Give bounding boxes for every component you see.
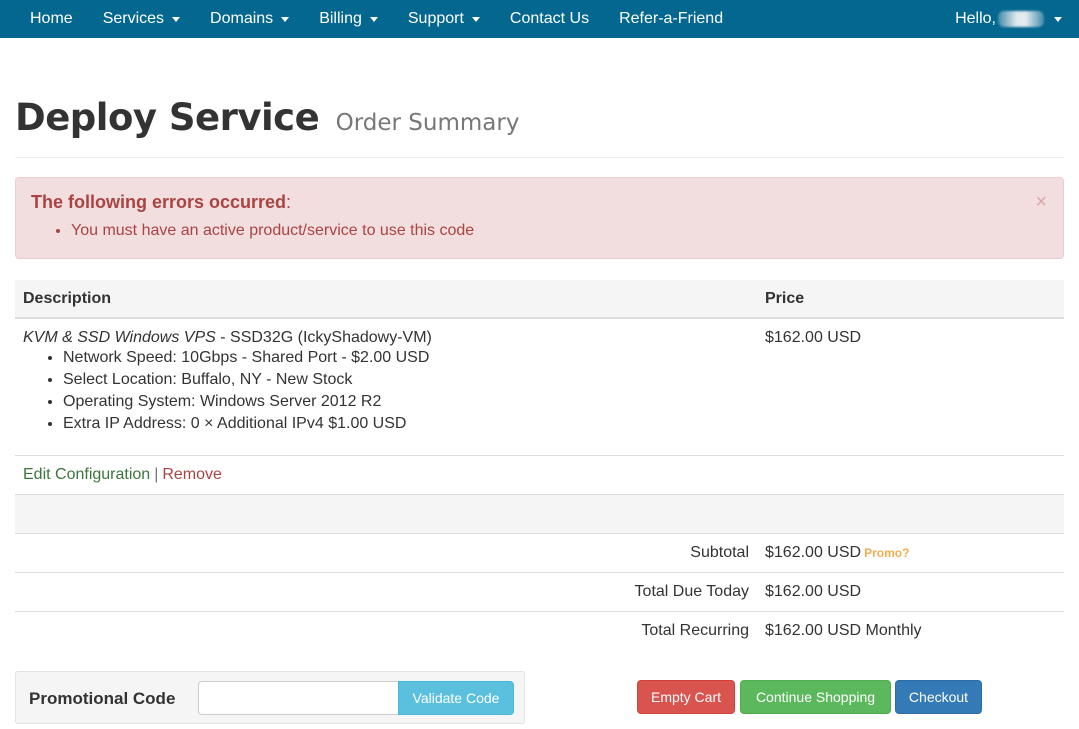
alert-heading: The following errors occurred: xyxy=(31,192,291,213)
alert-heading-suffix: : xyxy=(286,192,292,212)
config-option: Operating System: Windows Server 2012 R2 xyxy=(63,391,432,413)
remove-link[interactable]: Remove xyxy=(162,466,222,483)
caret-down-icon xyxy=(172,16,181,22)
link-separator: | xyxy=(154,466,159,483)
validate-code-button[interactable]: Validate Code xyxy=(398,681,514,715)
config-option: Extra IP Address: 0 × Additional IPv4 $1… xyxy=(63,413,432,435)
nav-refer-a-friend[interactable]: Refer-a-Friend xyxy=(604,0,738,38)
error-list: You must have an active product/service … xyxy=(31,222,474,240)
page-subtitle: Order Summary xyxy=(335,110,520,136)
nav-domains-label: Domains xyxy=(210,10,274,27)
table-header-row: Description Price xyxy=(15,280,1064,319)
nav-billing-label: Billing xyxy=(319,10,362,27)
nav-services-label: Services xyxy=(102,10,165,27)
config-option: Select Location: Buffalo, NY - New Stock xyxy=(63,369,432,391)
product-name: KVM & SSD Windows VPS xyxy=(23,329,216,346)
checkout-button[interactable]: Checkout xyxy=(895,680,982,714)
cart-table: Description Price KVM & SSD Windows VPS … xyxy=(15,280,1064,651)
nav-refer-a-friend-label: Refer-a-Friend xyxy=(619,10,724,27)
top-navbar: Home Services Domains Billing Support Co… xyxy=(0,0,1079,38)
total-due-today-row: Total Due Today $162.00 USD xyxy=(15,573,1064,612)
caret-down-icon xyxy=(281,16,290,22)
caret-down-icon xyxy=(369,16,378,22)
column-header-price: Price xyxy=(765,290,805,307)
total-due-today-label: Total Due Today xyxy=(634,583,749,600)
caret-down-icon xyxy=(1054,16,1062,22)
account-menu[interactable]: Hello, xyxy=(955,10,1062,28)
item-price: $162.00 USD xyxy=(765,329,862,346)
total-due-today-value: $162.00 USD xyxy=(765,583,862,600)
promo-code-label: Promotional Code xyxy=(29,689,176,708)
nav-services[interactable]: Services xyxy=(88,0,195,38)
promo-code-input[interactable] xyxy=(198,681,398,715)
subtotal-value: $162.00 USD xyxy=(765,544,862,561)
page-title-text: Deploy Service xyxy=(15,96,320,139)
promo-link[interactable]: Promo? xyxy=(864,546,909,560)
table-row: KVM & SSD Windows VPS - SSD32G (IckyShad… xyxy=(15,319,1064,456)
nav-home[interactable]: Home xyxy=(15,0,88,38)
subtotal-row: Subtotal $162.00 USD Promo? xyxy=(15,534,1064,573)
nav-support[interactable]: Support xyxy=(393,0,495,38)
page-title: Deploy Service Order Summary xyxy=(15,96,1064,139)
nav-support-label: Support xyxy=(407,10,464,27)
error-item: You must have an active product/service … xyxy=(71,222,474,240)
total-recurring-row: Total Recurring $162.00 USD Monthly xyxy=(15,612,1064,651)
edit-configuration-link[interactable]: Edit Configuration xyxy=(23,466,150,483)
nav-home-label: Home xyxy=(30,10,73,27)
product-name-suffix: - SSD32G (IckyShadowy-VM) xyxy=(215,329,432,346)
error-alert: The following errors occurred: You must … xyxy=(15,177,1064,259)
nav-domains[interactable]: Domains xyxy=(195,0,304,38)
promo-code-panel: Promotional Code Validate Code xyxy=(15,671,525,724)
subtotal-label: Subtotal xyxy=(690,544,749,561)
nav-contact-us-label: Contact Us xyxy=(509,10,590,27)
caret-down-icon xyxy=(471,16,480,22)
redacted-username xyxy=(998,11,1044,27)
continue-shopping-button[interactable]: Continue Shopping xyxy=(740,680,891,714)
alert-heading-text: The following errors occurred xyxy=(31,192,287,212)
page-header: Deploy Service Order Summary xyxy=(15,96,1064,158)
spacer-row xyxy=(15,495,1064,534)
hello-label: Hello, xyxy=(955,10,996,27)
item-description: KVM & SSD Windows VPS - SSD32G (IckyShad… xyxy=(23,329,432,435)
nav-contact-us[interactable]: Contact Us xyxy=(495,0,604,38)
close-icon[interactable]: × xyxy=(1035,192,1047,212)
column-header-description: Description xyxy=(23,290,112,307)
total-recurring-value: $162.00 USD Monthly xyxy=(765,622,922,639)
total-recurring-label: Total Recurring xyxy=(641,622,749,639)
config-option: Network Speed: 10Gbps - Shared Port - $2… xyxy=(63,347,432,369)
empty-cart-button[interactable]: Empty Cart xyxy=(637,680,735,714)
nav-billing[interactable]: Billing xyxy=(304,0,393,38)
config-options-list: Network Speed: 10Gbps - Shared Port - $2… xyxy=(23,347,432,435)
item-actions-row: Edit Configuration | Remove xyxy=(15,456,1064,495)
